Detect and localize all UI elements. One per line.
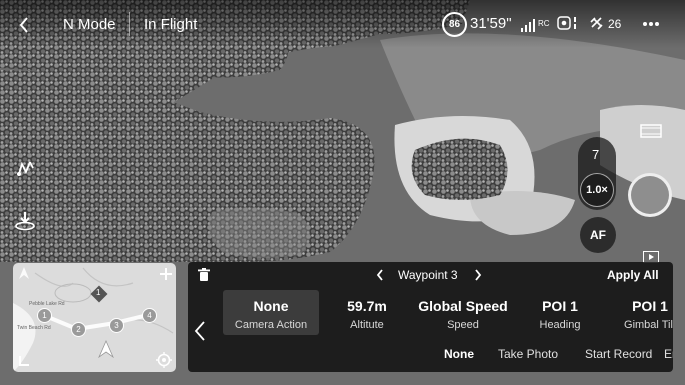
chevron-left-icon — [376, 269, 383, 281]
param-altitude[interactable]: 59.7m Altitute — [319, 290, 415, 335]
param-heading[interactable]: POI 1 Heading — [512, 290, 608, 335]
signal-bars-icon — [521, 19, 535, 32]
locate-icon[interactable] — [156, 352, 172, 368]
shutter-button[interactable] — [628, 173, 672, 217]
map-label-road-1: Pebble Lake Rd — [29, 301, 65, 307]
map-poi-label: 1 — [96, 288, 101, 297]
mini-map[interactable]: Pebble Lake Rd Twin Beach Rd 1 2 3 4 1 — [13, 263, 176, 372]
delete-waypoint-button[interactable] — [196, 267, 212, 283]
chevron-left-icon — [19, 17, 28, 33]
satellite-icon — [590, 17, 603, 30]
param-speed[interactable]: Global Speed Speed — [410, 290, 516, 335]
param-label: Altitute — [350, 319, 384, 331]
obstacle-sensing-icon[interactable] — [557, 16, 571, 30]
action-option[interactable]: Start Record — [585, 347, 652, 361]
apply-all-button[interactable]: Apply All — [607, 268, 659, 282]
next-waypoint-button[interactable] — [471, 267, 485, 283]
map-waypoint[interactable]: 4 — [142, 308, 157, 323]
action-option[interactable]: End Record — [664, 347, 673, 361]
camera-settings-button[interactable] — [639, 122, 663, 140]
focus-mode-button[interactable]: AF — [580, 217, 616, 253]
action-options: None Take Photo Start Record End Record — [436, 346, 673, 364]
param-value: None — [253, 298, 289, 314]
trash-icon — [198, 268, 210, 281]
param-value: Global Speed — [418, 298, 508, 314]
vision-status-icon — [574, 17, 576, 29]
param-value: POI 1 — [542, 298, 578, 314]
panel-collapse-button[interactable] — [191, 318, 209, 344]
param-value: POI 1 — [632, 298, 668, 314]
header-divider — [129, 12, 130, 36]
aircraft-arrow-icon — [98, 340, 114, 358]
landing-icon — [15, 212, 35, 231]
flight-status: In Flight — [144, 16, 198, 33]
param-value: 59.7m — [347, 298, 387, 314]
map-waypoint[interactable]: 3 — [109, 318, 124, 333]
param-label: Heading — [539, 319, 581, 331]
waypoint-title: Waypoint 3 — [398, 268, 458, 282]
param-label: Speed — [447, 319, 479, 331]
zoom-factor-button[interactable]: 1.0× — [580, 173, 614, 207]
param-label: Camera Action — [234, 319, 308, 331]
map-expand-icon[interactable] — [159, 267, 173, 281]
param-camera-action[interactable]: None Camera Action — [223, 290, 319, 335]
chevron-left-icon — [194, 321, 205, 341]
chevron-right-icon — [475, 269, 482, 281]
back-button[interactable] — [14, 14, 34, 36]
previous-waypoint-button[interactable] — [373, 267, 387, 283]
action-option[interactable]: None — [444, 347, 474, 361]
more-button[interactable] — [640, 17, 662, 31]
map-label-road-2: Twin Beach Rd — [17, 325, 51, 331]
action-option[interactable]: Take Photo — [498, 347, 558, 361]
map-waypoint[interactable]: 2 — [71, 322, 86, 337]
film-icon — [640, 124, 662, 138]
battery-indicator[interactable]: 86 — [442, 12, 467, 37]
zoom-level[interactable]: 7 — [592, 147, 599, 162]
zoom-factor: 1.0× — [586, 184, 608, 196]
route-icon — [17, 161, 34, 176]
return-home-button[interactable] — [13, 208, 37, 232]
param-clip: POI 1 Gimbal Tilt — [608, 290, 673, 335]
map-waypoint[interactable]: 1 — [37, 308, 52, 323]
focus-mode: AF — [590, 228, 606, 242]
battery-percent: 86 — [448, 19, 461, 30]
waypoint-route-button[interactable] — [15, 157, 37, 179]
satellite-count: 26 — [608, 17, 622, 31]
param-gimbal-tilt[interactable]: POI 1 Gimbal Tilt — [608, 290, 673, 335]
map-minimize-icon[interactable] — [18, 355, 30, 367]
flight-mode[interactable]: N Mode — [63, 16, 116, 33]
home-point-icon — [19, 267, 29, 279]
flight-time: 31'59" — [470, 15, 512, 32]
more-dots-icon — [643, 22, 659, 26]
signal-label: RC — [538, 19, 550, 28]
param-label: Gimbal Tilt — [624, 319, 673, 331]
